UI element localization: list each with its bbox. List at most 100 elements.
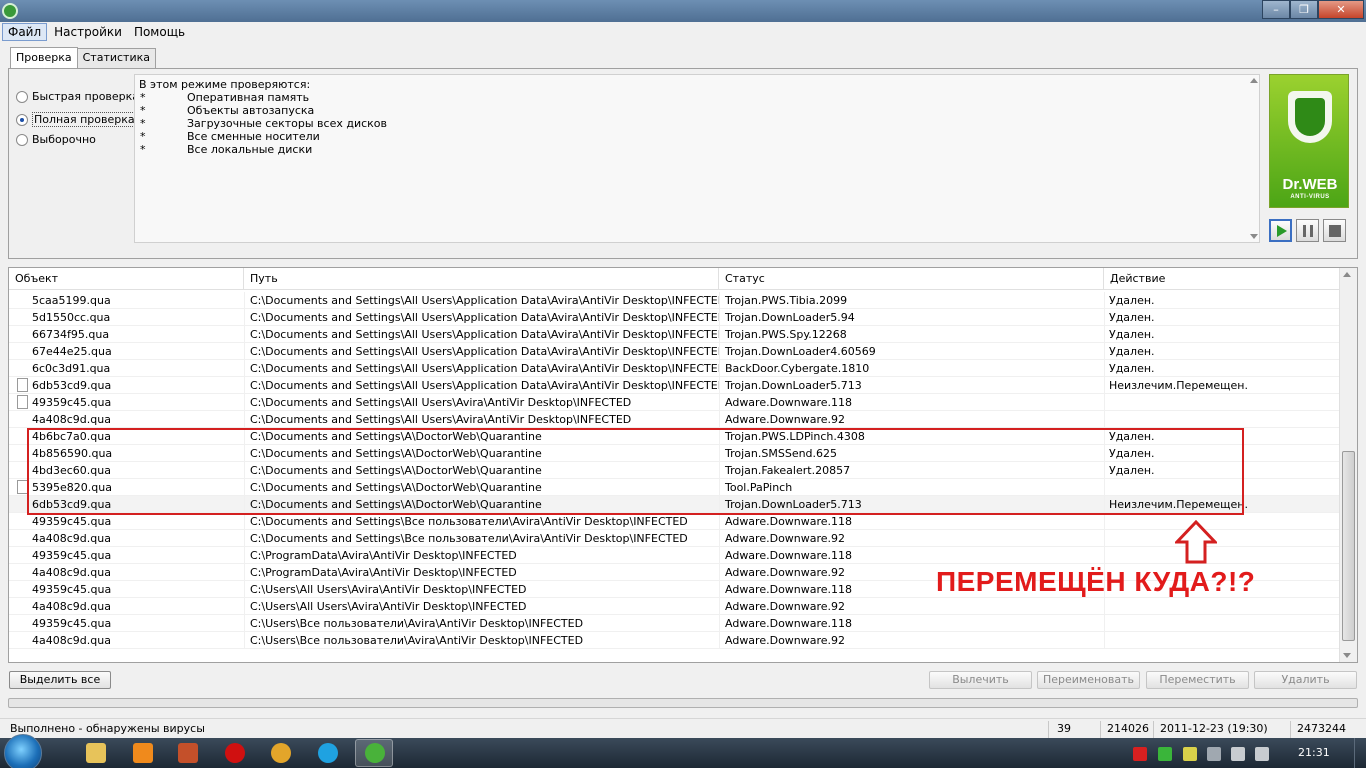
scroll-up-icon[interactable] [1250, 78, 1258, 83]
scrollbar-thumb[interactable] [1342, 451, 1355, 641]
cell-text: Adware.Downware.92 [725, 566, 846, 579]
table-row[interactable]: 6db53cd9.qua C:\Documents and Settings\Al… [9, 377, 1339, 394]
cell-status: Adware.Downware.92 [719, 598, 1104, 615]
cell-text: Trojan.DownLoader5.713 [725, 379, 862, 392]
skype-icon[interactable] [318, 743, 338, 763]
network-icon[interactable] [1231, 747, 1245, 761]
radio-custom-scan[interactable]: Выборочно [16, 133, 96, 146]
table-row[interactable]: 49359c45.qua C:\Users\Все пользователи\Av… [9, 615, 1339, 632]
status-scanned-count: 214026 [1107, 722, 1149, 735]
radio-label: Полная проверка [32, 112, 137, 127]
radio-full-scan[interactable]: Полная проверка [16, 112, 137, 127]
pause-scan-button[interactable] [1296, 219, 1319, 242]
cell-text: C:\Documents and Settings\All Users\Appl… [250, 311, 719, 324]
cell-text: 49359c45.qua [32, 583, 112, 596]
drweb-taskbar-button[interactable] [355, 739, 393, 767]
media-player-icon[interactable] [133, 743, 153, 763]
move-button[interactable]: Переместить [1146, 671, 1249, 689]
cell-path: C:\Users\Все пользователи\Avira\AntiVir … [244, 615, 719, 632]
cell-object: 4a408c9d.qua [9, 632, 244, 649]
tab-scan[interactable]: Проверка [10, 47, 78, 68]
minimize-button[interactable]: – [1262, 0, 1290, 19]
cure-button[interactable]: Вылечить [929, 671, 1032, 689]
cell-text: C:\Users\Все пользователи\Avira\AntiVir … [250, 617, 584, 630]
menu-settings[interactable]: Настройки [49, 24, 127, 40]
status-message: Выполнено - обнаружены вирусы [10, 722, 205, 735]
column-header-action[interactable]: Действие [1104, 268, 1339, 290]
delete-button[interactable]: Удалить [1254, 671, 1357, 689]
table-row[interactable]: 67e44e25.qua C:\Documents and Settings\Al… [9, 343, 1339, 360]
show-desktop-button[interactable] [1354, 738, 1366, 768]
table-row[interactable]: 5d1550cc.qua C:\Documents and Settings\Al… [9, 309, 1339, 326]
volume-icon[interactable] [1255, 747, 1269, 761]
drweb-app-icon[interactable] [2, 3, 18, 19]
cell-action: Неизлечим.Перемещен. [1104, 377, 1339, 394]
cell-text: BackDoor.Cybergate.1810 [725, 362, 870, 375]
close-button[interactable]: ✕ [1318, 0, 1364, 19]
table-row[interactable]: 4a408c9d.qua C:\Documents and Settings\Al… [9, 411, 1339, 428]
cell-text: 4a408c9d.qua [32, 532, 111, 545]
cell-text: C:\Users\All Users\Avira\AntiVir Desktop… [250, 583, 527, 596]
cell-text: Adware.Downware.92 [725, 600, 846, 613]
table-row[interactable]: 5caa5199.qua C:\Documents and Settings\Al… [9, 292, 1339, 309]
status-divider [1100, 721, 1101, 738]
cell-text: Trojan.DownLoader4.60569 [725, 345, 876, 358]
table-row[interactable]: 4a408c9d.qua C:\Users\Все пользователи\Av… [9, 632, 1339, 649]
menu-file[interactable]: Файл [2, 22, 48, 41]
stop-icon [1329, 225, 1341, 237]
cell-action [1104, 411, 1339, 428]
column-header-path[interactable]: Путь [244, 268, 719, 290]
table-row[interactable]: 66734f95.qua C:\Documents and Settings\Al… [9, 326, 1339, 343]
scroll-up-icon[interactable] [1343, 272, 1351, 277]
radio-quick-scan[interactable]: Быстрая проверка [16, 90, 139, 103]
drweb-tray-icon[interactable] [1158, 747, 1172, 761]
select-all-button[interactable]: Выделить все [9, 671, 111, 689]
table-scrollbar[interactable] [1339, 268, 1357, 662]
scroll-down-icon[interactable] [1343, 653, 1351, 658]
cell-status: Adware.Downware.118 [719, 547, 1104, 564]
menu-help[interactable]: Помощь [129, 24, 190, 40]
radiation-app-icon[interactable] [271, 743, 291, 763]
table-row[interactable]: 6c0c3d91.qua C:\Documents and Settings\Al… [9, 360, 1339, 377]
column-header-object[interactable]: Объект [9, 268, 244, 290]
table-row[interactable]: 4a408c9d.qua C:\Users\All Users\Avira\Ant… [9, 598, 1339, 615]
table-row[interactable]: 49359c45.qua C:\Documents and Settings\Al… [9, 394, 1339, 411]
radio-button-icon[interactable] [16, 113, 28, 126]
taskbar-clock[interactable]: 21:31 [1298, 746, 1330, 759]
antivirus-tray-icon[interactable] [1133, 747, 1147, 761]
rename-button[interactable]: Переименовать [1037, 671, 1140, 689]
opera-icon[interactable] [225, 743, 245, 763]
explorer-icon[interactable] [86, 743, 106, 763]
paint-icon[interactable] [178, 743, 198, 763]
start-button[interactable] [4, 734, 42, 768]
description-item-text: Загрузочные секторы всех дисков [187, 117, 388, 130]
cell-text: Adware.Downware.118 [725, 617, 853, 630]
maximize-button[interactable]: ❐ [1290, 0, 1318, 19]
column-header-status[interactable]: Статус [719, 268, 1104, 290]
spider-shield-icon [1288, 91, 1332, 143]
stop-scan-button[interactable] [1323, 219, 1346, 242]
description-list: * Оперативная память * Объекты автозапуска *… [139, 91, 1255, 156]
cell-status: Trojan.DownLoader5.94 [719, 309, 1104, 326]
radio-button-icon[interactable] [16, 133, 28, 146]
status-datetime: 2011-12-23 (19:30) [1160, 722, 1268, 735]
table-row[interactable]: 49359c45.qua C:\ProgramData\Avira\AntiVir… [9, 547, 1339, 564]
description-scrollbar[interactable] [1247, 74, 1261, 243]
cell-status: Adware.Downware.118 [719, 394, 1104, 411]
cell-text: 49359c45.qua [32, 549, 112, 562]
highlight-rectangle [27, 428, 1244, 515]
radio-button-icon[interactable] [16, 90, 28, 103]
cell-object: 49359c45.qua [9, 394, 244, 411]
tray-app-icon[interactable] [1183, 747, 1197, 761]
tab-statistics[interactable]: Статистика [76, 48, 156, 68]
scroll-down-icon[interactable] [1250, 234, 1258, 239]
start-scan-button[interactable] [1269, 219, 1292, 242]
file-icon [17, 616, 28, 630]
table-row[interactable]: 4a408c9d.qua C:\Documents and Settings\Вс… [9, 530, 1339, 547]
scan-progress-bar [8, 698, 1358, 708]
table-row[interactable]: 49359c45.qua C:\Documents and Settings\Вс… [9, 513, 1339, 530]
tray-flag-icon[interactable] [1207, 747, 1221, 761]
cell-text: 4a408c9d.qua [32, 413, 111, 426]
pause-icon [1303, 225, 1313, 237]
window-controls: – ❐ ✕ [1262, 0, 1364, 19]
